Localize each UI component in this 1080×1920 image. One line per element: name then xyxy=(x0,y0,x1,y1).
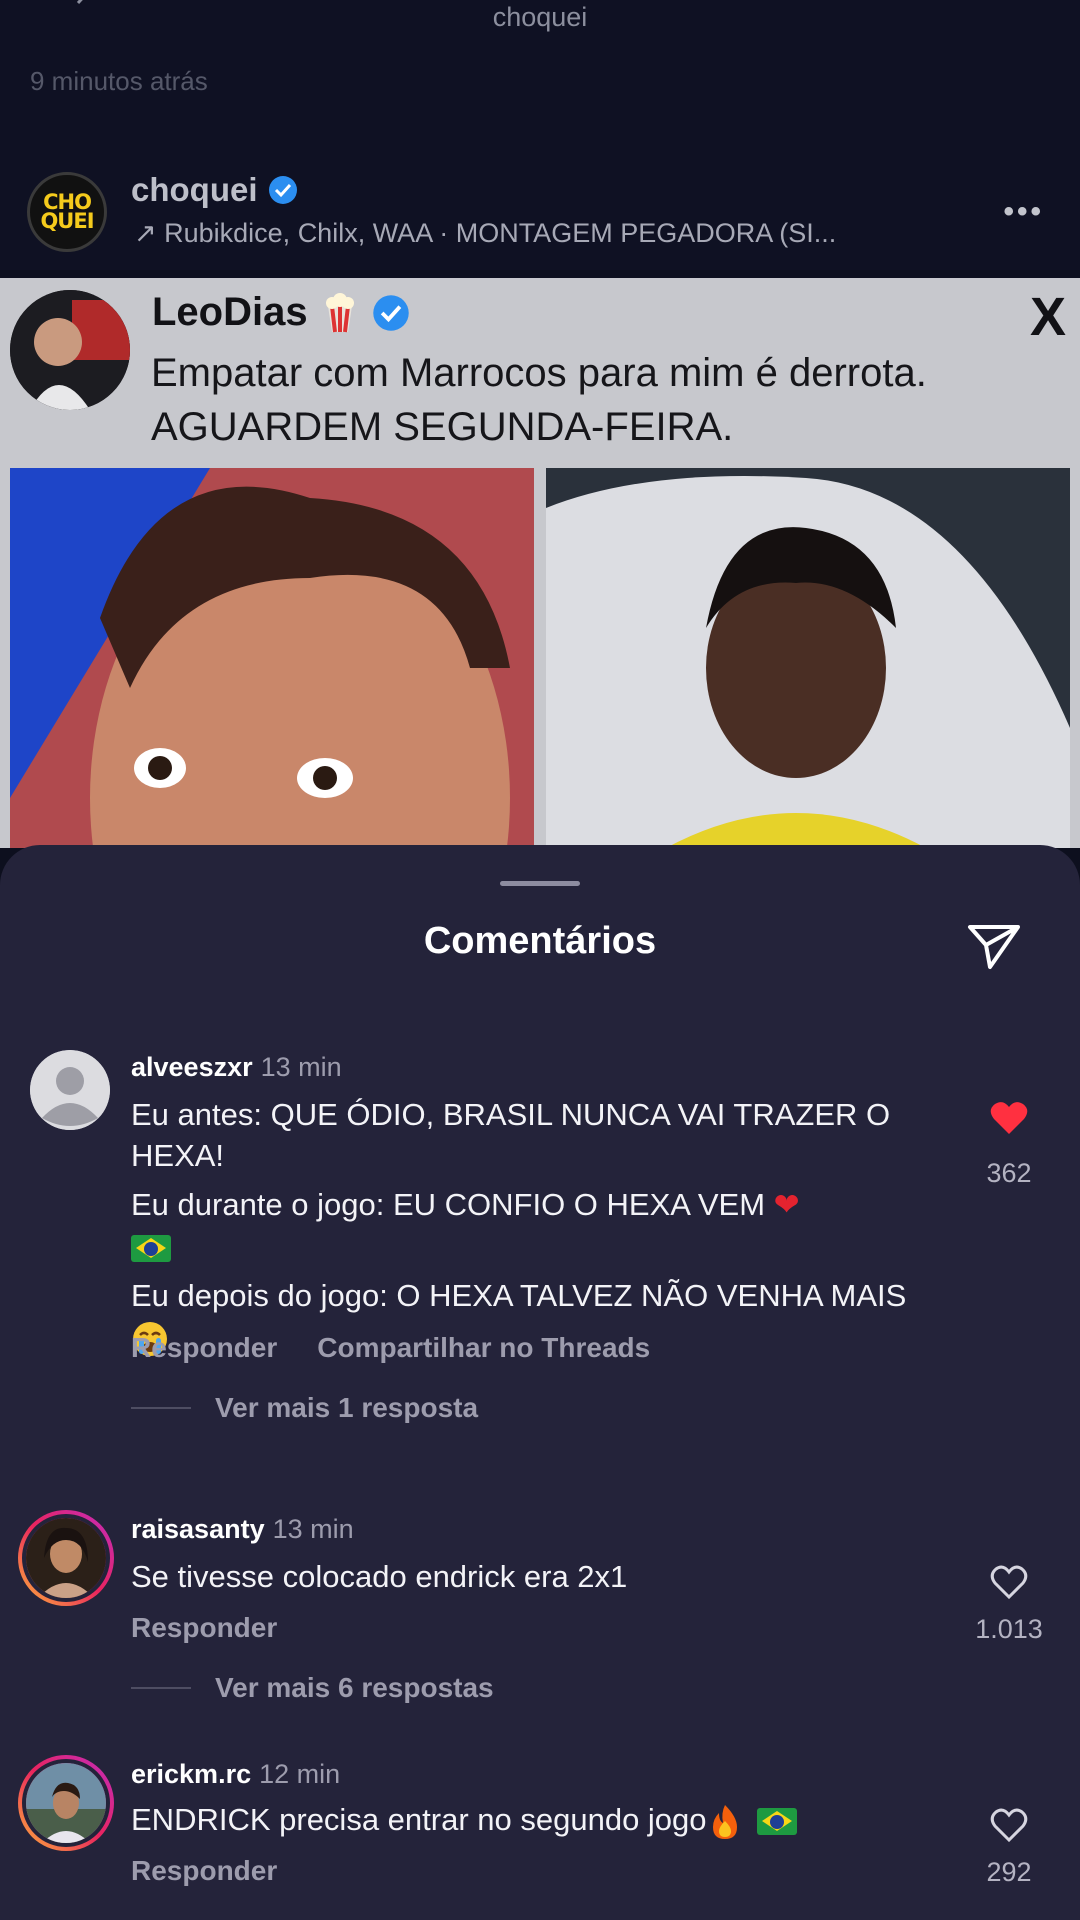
comment-header: erickm.rc 12 min xyxy=(131,1759,340,1790)
comment-line: Eu durante o jogo: EU CONFIO O HEXA VEM … xyxy=(131,1184,931,1267)
post-media-tweet-card[interactable]: LeoDias X Empatar com Marrocos para mim … xyxy=(0,278,1080,848)
fire-icon xyxy=(712,1804,737,1839)
default-user-icon xyxy=(30,1050,110,1130)
comment-header: raisasanty 13 min xyxy=(131,1514,354,1545)
tweet-text-line: Empatar com Marrocos para mim é derrota. xyxy=(151,351,927,395)
comment-avatar xyxy=(22,1514,110,1602)
brazil-flag-icon xyxy=(757,1808,798,1836)
comment-line-text: ENDRICK precisa entrar no segundo jogo xyxy=(131,1802,707,1837)
comment-avatar-story-ring[interactable] xyxy=(18,1755,114,1851)
comment-line-text: Eu depois do jogo: O HEXA TALVEZ NÃO VEN… xyxy=(131,1278,907,1313)
share-threads-button[interactable]: Compartilhar no Threads xyxy=(317,1332,650,1363)
heart-outline-icon[interactable] xyxy=(989,1562,1029,1602)
red-heart-emoji: ❤ xyxy=(773,1187,800,1223)
post-time-ago: 9 minutos atrás xyxy=(30,66,208,96)
tweet-photo-right xyxy=(546,468,1070,848)
comment-avatar-story-ring[interactable] xyxy=(18,1510,114,1606)
sheet-drag-handle[interactable] xyxy=(500,881,580,886)
heart-filled-icon[interactable] xyxy=(989,1098,1029,1138)
heart-outline-icon[interactable] xyxy=(989,1805,1029,1845)
like-count: 362 xyxy=(986,1158,1032,1188)
comment-time: 12 min xyxy=(259,1759,341,1789)
comment-username[interactable]: raisasanty xyxy=(131,1514,265,1544)
comment-text: Eu antes: QUE ÓDIO, BRASIL NUNCA VAI TRA… xyxy=(131,1094,931,1366)
view-more-replies-label: Ver mais 1 resposta xyxy=(215,1392,479,1423)
tweet-photo-left xyxy=(10,468,534,848)
comment-actions: Responder xyxy=(131,1612,317,1644)
comment-time: 13 min xyxy=(272,1514,354,1544)
replies-divider-line xyxy=(131,1407,191,1409)
comments-sheet: Comentários alveeszxr 13 min Eu antes: QU… xyxy=(0,845,1080,1920)
view-more-replies[interactable]: Ver mais 1 resposta xyxy=(131,1392,478,1424)
reply-button[interactable]: Responder xyxy=(131,1612,277,1643)
verified-badge-icon xyxy=(372,294,409,331)
author-username[interactable]: choquei xyxy=(131,171,258,209)
view-more-replies[interactable]: Ver mais 6 respostas xyxy=(131,1672,494,1704)
brazil-flag-icon xyxy=(131,1235,171,1263)
page-title: choquei xyxy=(492,2,588,32)
post-header-area: choquei 9 minutos atrás CHO QUEI choquei… xyxy=(0,0,1080,270)
like-count: 292 xyxy=(986,1857,1032,1887)
tweet-author-row: LeoDias xyxy=(152,290,410,335)
comment-username[interactable]: erickm.rc xyxy=(131,1759,251,1789)
verified-badge-icon xyxy=(268,176,297,204)
comments-title: Comentários xyxy=(423,920,657,962)
reply-button[interactable]: Responder xyxy=(131,1855,277,1886)
more-options-icon[interactable]: ••• xyxy=(1003,195,1044,229)
tweet-author-name: LeoDias xyxy=(152,290,308,334)
popcorn-icon xyxy=(325,292,354,332)
comment-actions: Responder Compartilhar no Threads xyxy=(131,1332,690,1364)
post-audio-info[interactable]: ↗ Rubikdice, Chilx, WAA · MONTAGEM PEGAD… xyxy=(134,218,934,249)
comment-time: 13 min xyxy=(260,1052,342,1082)
comment-line: Eu antes: QUE ÓDIO, BRASIL NUNCA VAI TRA… xyxy=(131,1097,891,1173)
tweet-text-line: AGUARDEM SEGUNDA-FEIRA. xyxy=(151,405,734,449)
x-logo-icon: X xyxy=(1029,287,1066,347)
replies-divider-line xyxy=(131,1687,191,1689)
like-count: 1.013 xyxy=(975,1614,1043,1644)
comment-text: Se tivesse colocado endrick era 2x1 xyxy=(131,1559,628,1594)
comment-line-text: Eu durante o jogo: EU CONFIO O HEXA VEM xyxy=(131,1187,766,1222)
tweet-text: Empatar com Marrocos para mim é derrota.… xyxy=(151,346,1051,454)
post-author-row: CHO QUEI choquei ↗ Rubikdice, Chilx, WAA… xyxy=(0,165,1080,265)
view-more-replies-label: Ver mais 6 respostas xyxy=(215,1672,494,1703)
comment-header: alveeszxr 13 min xyxy=(131,1052,342,1083)
comment-avatar[interactable] xyxy=(30,1050,110,1130)
send-paper-plane-icon[interactable] xyxy=(966,917,1022,973)
reply-button[interactable]: Responder xyxy=(131,1332,277,1363)
comment-avatar xyxy=(22,1759,110,1847)
comment-actions: Responder xyxy=(131,1855,317,1887)
avatar-logo-text: CHO QUEI xyxy=(40,190,94,233)
author-name-row[interactable]: choquei xyxy=(131,171,298,209)
tweet-author-avatar xyxy=(10,290,130,410)
comment-username[interactable]: alveeszxr xyxy=(131,1052,253,1082)
author-avatar[interactable]: CHO QUEI xyxy=(27,172,107,252)
comment-text: ENDRICK precisa entrar no segundo jogo xyxy=(131,1799,931,1841)
